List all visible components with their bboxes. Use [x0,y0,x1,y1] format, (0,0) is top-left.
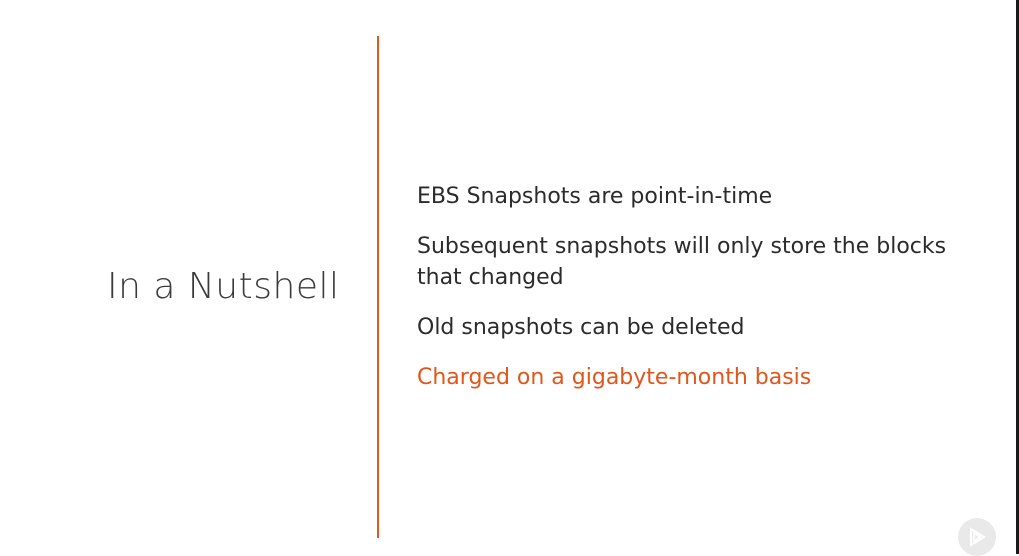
bullet-list: EBS Snapshots are point-in-time Subseque… [417,181,977,412]
bullet-pricing: Charged on a gigabyte-month basis [417,365,812,390]
slide-title: In a Nutshell [107,266,340,307]
bullet-point-time: EBS Snapshots are point-in-time [417,184,773,209]
bullet-delete-snapshots: Old snapshots can be deleted [417,315,745,340]
vertical-divider [377,36,379,538]
bullet-incremental-blocks: Subsequent snapshots will only store the… [417,234,947,290]
play-logo-icon [958,518,996,556]
play-triangle-icon [970,527,986,547]
